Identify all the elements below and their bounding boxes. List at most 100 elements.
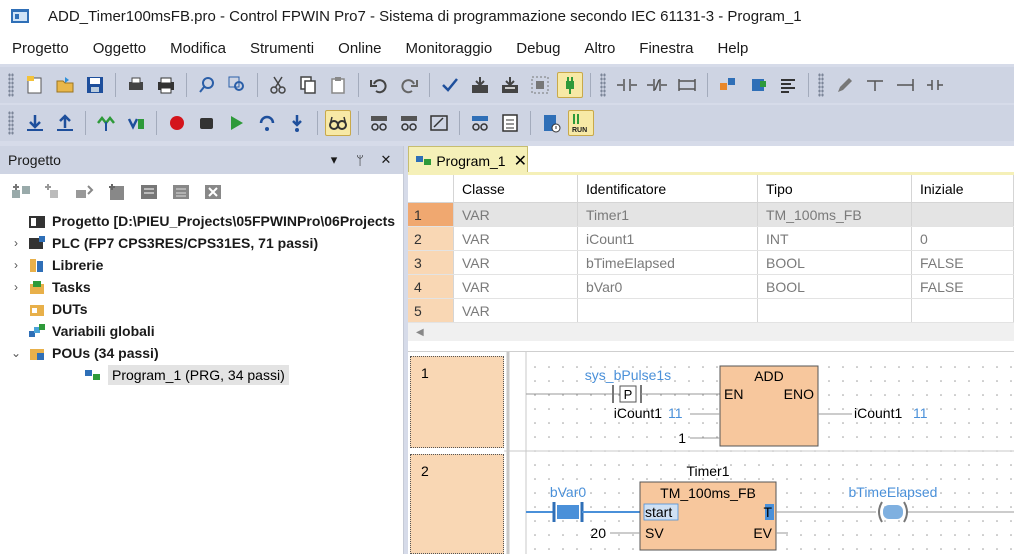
tab-close-icon[interactable]: ✕ bbox=[514, 151, 527, 171]
insert-button[interactable] bbox=[72, 181, 98, 203]
toolbar-grip[interactable] bbox=[600, 73, 606, 97]
header-tipo[interactable]: Tipo bbox=[758, 175, 912, 202]
save-button[interactable] bbox=[82, 72, 108, 98]
tree-chevron-icon[interactable]: ⌄ bbox=[8, 346, 24, 360]
monitor-vars-button[interactable] bbox=[396, 110, 422, 136]
pen-button[interactable] bbox=[832, 72, 858, 98]
header-iniziale[interactable]: Iniziale bbox=[912, 175, 1014, 202]
ld-output-button[interactable] bbox=[922, 72, 948, 98]
run-button[interactable] bbox=[224, 110, 250, 136]
stop-button[interactable] bbox=[194, 110, 220, 136]
cell-classe[interactable]: VAR bbox=[454, 299, 578, 322]
undo-button[interactable] bbox=[366, 72, 392, 98]
new-project-button[interactable] bbox=[22, 72, 48, 98]
find-button[interactable] bbox=[194, 72, 220, 98]
start-contact[interactable] bbox=[552, 502, 584, 522]
new-pou-button[interactable] bbox=[104, 181, 130, 203]
ld-neg-contact-button[interactable] bbox=[644, 72, 670, 98]
scroll-left-icon[interactable]: ◀ bbox=[416, 327, 424, 338]
menu-debug[interactable]: Debug bbox=[516, 40, 560, 57]
menu-oggetto[interactable]: Oggetto bbox=[93, 40, 146, 57]
watch-list-button[interactable] bbox=[467, 110, 493, 136]
cell-classe[interactable]: VAR bbox=[454, 227, 578, 250]
pulse-contact[interactable]: P bbox=[608, 385, 642, 403]
tree-item[interactable]: › Librerie bbox=[0, 254, 403, 276]
table-row[interactable]: 1 VAR Timer1 TM_100ms_FB bbox=[408, 203, 1014, 227]
print-preview-button[interactable] bbox=[123, 72, 149, 98]
cell-tipo[interactable] bbox=[758, 299, 912, 322]
menu-strumenti[interactable]: Strumenti bbox=[250, 40, 314, 57]
cell-iniziale[interactable] bbox=[912, 203, 1014, 226]
add-child-button[interactable] bbox=[40, 181, 66, 203]
timer-sv-const[interactable]: 20 bbox=[590, 525, 606, 541]
record-button[interactable] bbox=[164, 110, 190, 136]
contact-variable-label[interactable]: sys_bPulse1s bbox=[585, 367, 671, 383]
ld-rung-button[interactable] bbox=[892, 72, 918, 98]
cell-classe[interactable]: VAR bbox=[454, 275, 578, 298]
upload-button[interactable] bbox=[52, 110, 78, 136]
add-input1-var[interactable]: iCount1 bbox=[614, 405, 662, 421]
tree-item[interactable]: DUTs bbox=[0, 298, 403, 320]
cell-tipo[interactable]: BOOL bbox=[758, 275, 912, 298]
table-row[interactable]: 3 VAR bTimeElapsed BOOL FALSE bbox=[408, 251, 1014, 275]
tree-item[interactable]: › PLC (FP7 CPS3RES/CPS31ES, 71 passi) bbox=[0, 232, 403, 254]
monitor-button[interactable] bbox=[325, 110, 351, 136]
cut-button[interactable] bbox=[265, 72, 291, 98]
cell-iniziale[interactable] bbox=[912, 299, 1014, 322]
compile-all-button[interactable] bbox=[527, 72, 553, 98]
tree-item[interactable]: Program_1 (PRG, 34 passi) bbox=[0, 364, 403, 386]
align-button[interactable] bbox=[775, 72, 801, 98]
plc-status-button[interactable] bbox=[538, 110, 564, 136]
cell-tipo[interactable]: TM_100ms_FB bbox=[758, 203, 912, 226]
build-button[interactable] bbox=[467, 72, 493, 98]
tree-chevron-icon[interactable]: › bbox=[8, 236, 24, 250]
cell-classe[interactable]: VAR bbox=[454, 203, 578, 226]
add-output-var[interactable]: iCount1 bbox=[854, 405, 902, 421]
run-mode-button[interactable]: RUN bbox=[568, 110, 594, 136]
network-button[interactable] bbox=[715, 72, 741, 98]
data-monitor-button[interactable] bbox=[497, 110, 523, 136]
cell-identificatore[interactable]: iCount1 bbox=[578, 227, 758, 250]
toolbar-grip[interactable] bbox=[8, 111, 14, 135]
ld-contact-button[interactable] bbox=[614, 72, 640, 98]
menu-altro[interactable]: Altro bbox=[584, 40, 615, 57]
cell-rownum[interactable]: 4 bbox=[408, 275, 454, 298]
rebuild-button[interactable] bbox=[497, 72, 523, 98]
step-into-button[interactable] bbox=[284, 110, 310, 136]
cell-tipo[interactable]: INT bbox=[758, 227, 912, 250]
table-row[interactable]: 2 VAR iCount1 INT 0 bbox=[408, 227, 1014, 251]
toolbar-grip[interactable] bbox=[818, 73, 824, 97]
cell-iniziale[interactable]: FALSE bbox=[912, 251, 1014, 274]
cell-iniziale[interactable]: FALSE bbox=[912, 275, 1014, 298]
header-identificatore[interactable]: Identificatore bbox=[578, 175, 758, 202]
cell-iniziale[interactable]: 0 bbox=[912, 227, 1014, 250]
tree-item[interactable]: › Tasks bbox=[0, 276, 403, 298]
delete-object-button[interactable] bbox=[200, 181, 226, 203]
timer-block[interactable]: TM_100ms_FB start T SV EV bbox=[639, 481, 777, 551]
table-hscroll[interactable]: ◀ bbox=[408, 323, 1014, 341]
tree-item[interactable]: Progetto [D:\PIEU_Projects\05FPWINPro\06… bbox=[0, 210, 403, 232]
find-replace-button[interactable] bbox=[224, 72, 250, 98]
panel-dropdown-icon[interactable]: ▾ bbox=[325, 152, 343, 168]
cell-rownum[interactable]: 2 bbox=[408, 227, 454, 250]
add-object-button[interactable] bbox=[8, 181, 34, 203]
monitor-ld-button[interactable] bbox=[366, 110, 392, 136]
open-project-button[interactable] bbox=[52, 72, 78, 98]
menu-help[interactable]: Help bbox=[717, 40, 748, 57]
cell-rownum[interactable]: 1 bbox=[408, 203, 454, 226]
properties-button[interactable] bbox=[136, 181, 162, 203]
cell-identificatore[interactable]: bTimeElapsed bbox=[578, 251, 758, 274]
redo-button[interactable] bbox=[396, 72, 422, 98]
online-edit-button[interactable] bbox=[93, 110, 119, 136]
global-vars-button[interactable] bbox=[168, 181, 194, 203]
step-over-button[interactable] bbox=[254, 110, 280, 136]
header-classe[interactable]: Classe bbox=[454, 175, 578, 202]
menu-modifica[interactable]: Modifica bbox=[170, 40, 226, 57]
online-mode-button[interactable] bbox=[557, 72, 583, 98]
download-button[interactable] bbox=[22, 110, 48, 136]
cell-rownum[interactable]: 3 bbox=[408, 251, 454, 274]
add-block[interactable]: ADD EN ENO bbox=[719, 365, 819, 447]
timer-contact-variable[interactable]: bVar0 bbox=[550, 484, 587, 500]
cell-classe[interactable]: VAR bbox=[454, 251, 578, 274]
ld-line-button[interactable] bbox=[862, 72, 888, 98]
